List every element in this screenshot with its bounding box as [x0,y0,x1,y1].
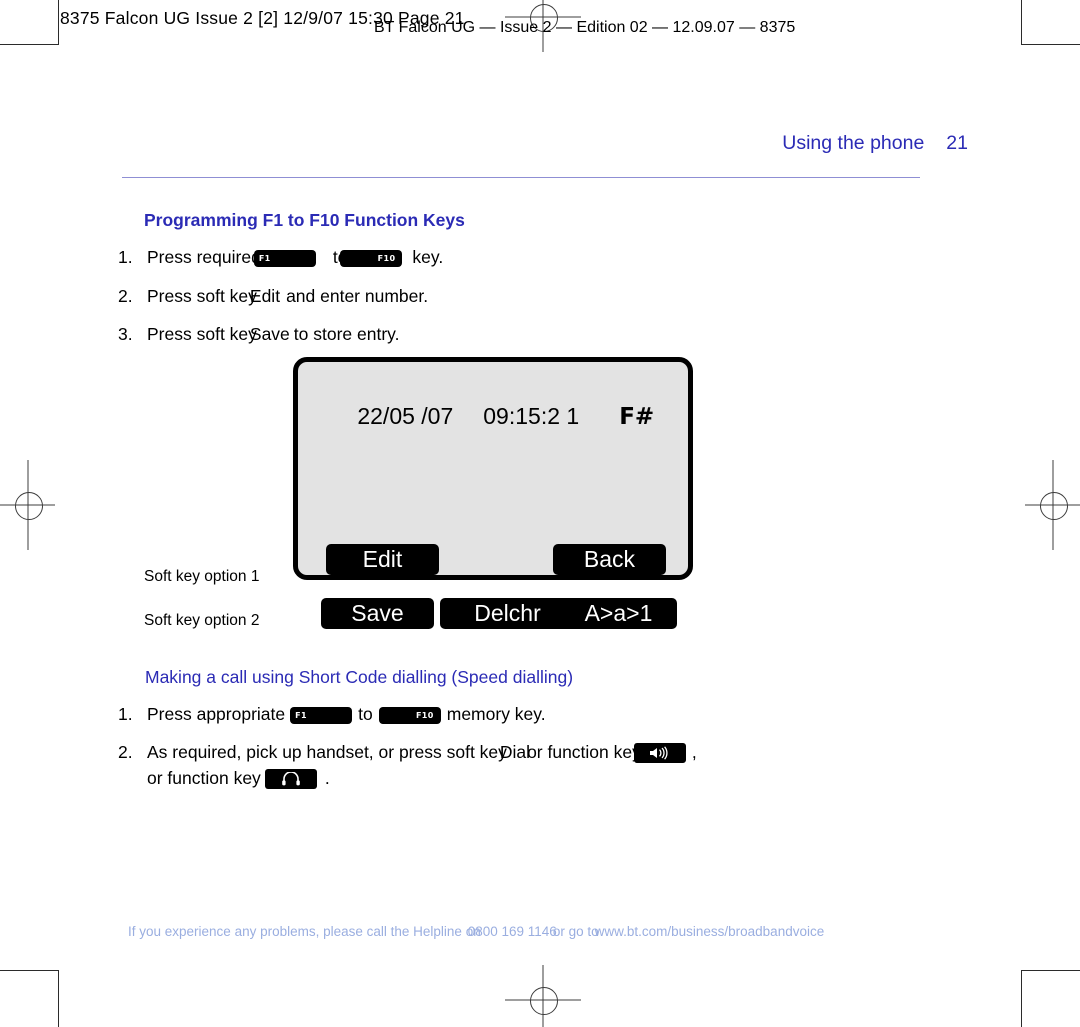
softkey-back[interactable]: Back [553,544,666,575]
step-body: Press appropriate F1 to F10 memory key. [147,704,546,725]
caption-soft-key-option-2: Soft key option 2 [144,612,260,629]
lcd-date: 22/05 /07 [357,403,454,429]
headset-icon[interactable] [264,769,317,790]
footer-url: www.bt.com/business/broadbandvoice [594,924,825,939]
crop-mark-top-right [1021,0,1080,45]
step-text-comma: , [691,742,697,762]
step-body: Press requiredF1toF10key. [147,247,443,268]
softkey-delchr[interactable]: Delchr [440,598,575,629]
crop-mark-top-left [0,0,59,45]
softkey-edit[interactable]: Edit [326,544,439,575]
step-text-or-function-key: or function key [147,768,261,788]
lcd-flag: F# [619,404,655,430]
step-body: or function key . [147,768,330,790]
loudspeaker-icon[interactable] [633,743,686,764]
softkey-name-edit: Edit [249,286,281,306]
step-text: As required, pick up handset, or press s… [147,742,507,762]
softkey-a-a-1[interactable]: A>a>1 [560,598,677,629]
crop-mark-bottom-left [0,970,59,1027]
function-key-f10-label: F10 [415,710,434,720]
page-footer: If you experience any problems, please c… [128,924,824,939]
step-text-to: to [358,704,373,724]
step-text: Press required [147,247,261,267]
step-number: 2. [118,286,133,306]
function-key-f1-label: F1 [258,253,271,263]
lcd-time: 09:15:2 1 [483,403,580,429]
step-number: 1. [118,247,133,267]
function-key-f1[interactable]: F1 [290,706,353,724]
step-text-memory-key: memory key. [446,704,546,724]
page-number: 21 [946,132,968,154]
running-head-title: Using the phone [782,132,925,154]
footer-helpline-number: 0800 169 1146 [467,924,557,939]
step-body: As required, pick up handset, or press s… [147,742,697,764]
step-text-key: key. [412,247,444,267]
header-rule [122,177,920,178]
caption-soft-key-option-1: Soft key option 1 [144,568,260,585]
step-text: Press soft key [147,324,257,344]
function-key-f1[interactable]: F1 [253,249,316,267]
step-number: 1. [118,704,133,724]
footer-text-a: If you experience any problems, please c… [128,924,481,939]
lcd-status-line: 22/05 /07 09:15:2 1 F# [319,376,654,457]
step-body: Press soft keySave to store entry. [147,324,400,345]
edition-line: BT Falcon UG — Issue 2 — Edition 02 — 12… [374,19,796,36]
step-body: Press soft keyEdit and enter number. [147,286,428,307]
step-text-tail: and enter number. [286,286,429,306]
softkey-name-save: Save [249,324,290,344]
heading-short-code-dialling: Making a call using Short Code dialling … [145,667,574,687]
registration-mark-bottom [505,965,581,1027]
page-canvas: 8375 Falcon UG Issue 2 [2] 12/9/07 15:30… [0,0,1080,1027]
step-text-or-function-key: or function key [527,742,641,762]
function-key-f10[interactable]: F10 [340,249,403,267]
running-head: Using the phone 21 [782,132,968,155]
step-number: 2. [118,742,133,762]
step-number: 3. [118,324,133,344]
crop-mark-bottom-right [1021,970,1080,1027]
step-text-tail: to store entry. [293,324,400,344]
softkey-save[interactable]: Save [321,598,434,629]
step-text: Press soft key [147,286,257,306]
step-text-period: . [324,768,330,788]
registration-mark-right [1025,460,1080,550]
function-key-f10[interactable]: F10 [378,706,441,724]
softkey-name-dial: Dial [499,742,531,762]
function-key-f1-label: F1 [295,710,307,720]
registration-mark-left [0,460,55,550]
step-text: Press appropriate [147,704,286,724]
function-key-f10-label: F10 [377,253,396,263]
footer-text-b: or go to [552,924,599,939]
heading-programming-function-keys: Programming F1 to F10 Function Keys [144,210,465,230]
phone-lcd-display: 22/05 /07 09:15:2 1 F# Edit Back [293,357,693,580]
